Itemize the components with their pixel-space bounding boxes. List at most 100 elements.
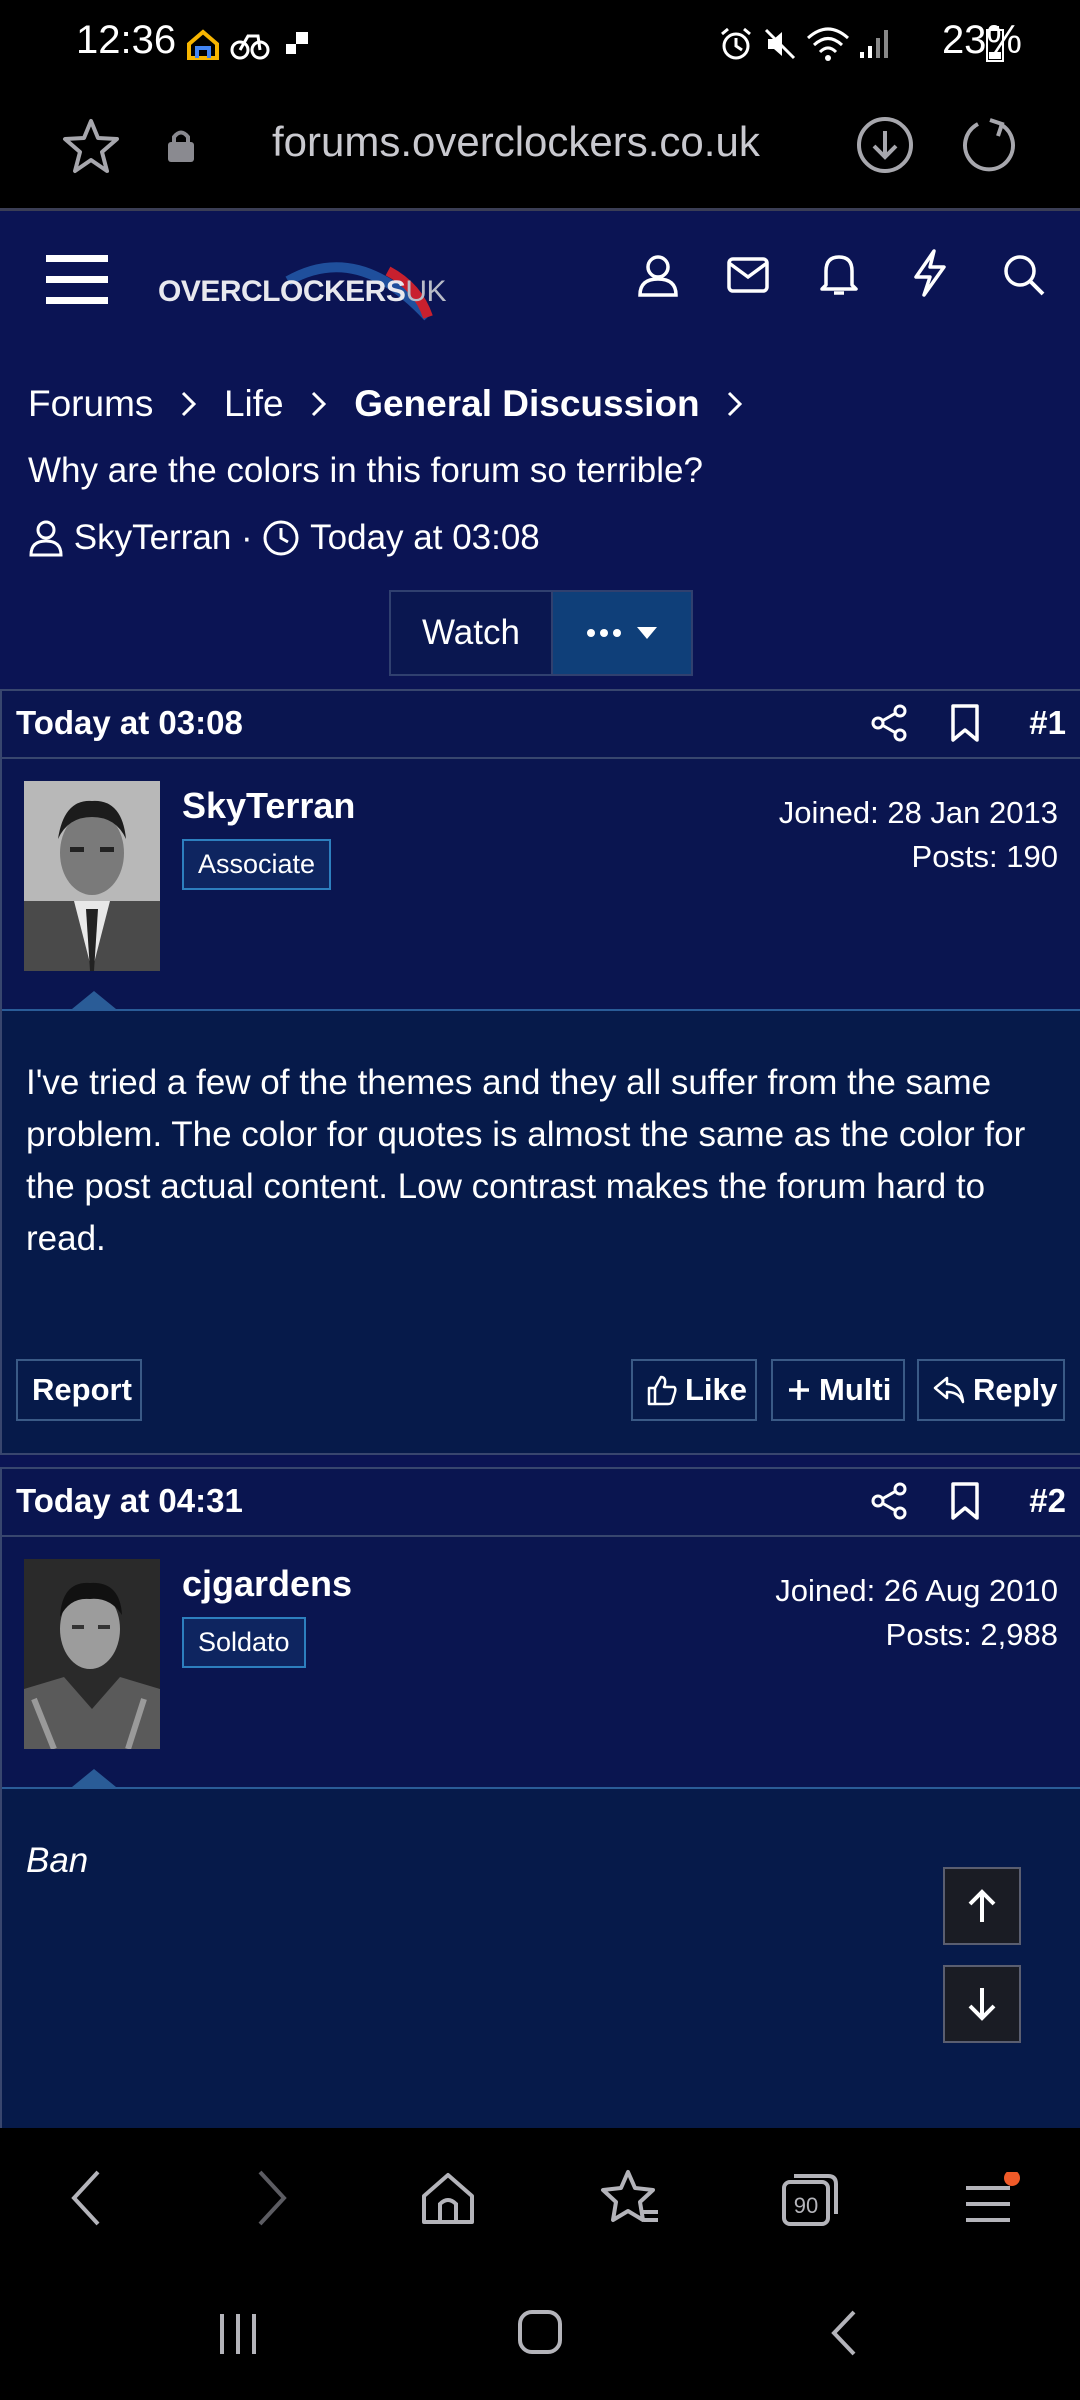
bookmarks-star-icon[interactable] <box>600 2168 660 2228</box>
multi-quote-button[interactable]: Multi <box>771 1359 905 1421</box>
message-pointer <box>72 991 116 1009</box>
share-icon[interactable] <box>870 1481 908 1521</box>
meta-separator: · <box>241 517 253 557</box>
scroll-to-top-button[interactable] <box>943 1867 1021 1945</box>
post-number[interactable]: #2 <box>1029 1482 1066 1520</box>
breadcrumb-forums[interactable]: Forums <box>28 383 153 424</box>
browser-bottom-nav: 90 <box>0 2128 1080 2268</box>
reload-icon[interactable] <box>960 116 1018 174</box>
browser-toolbar: forums.overclockers.co.uk <box>0 88 1080 211</box>
tabs-icon[interactable]: 90 <box>780 2168 840 2228</box>
thread-actions: Watch <box>389 590 693 676</box>
system-back-icon[interactable] <box>826 2308 862 2358</box>
post-content: I've tried a few of the themes and they … <box>26 1063 1026 1258</box>
download-icon[interactable] <box>856 116 914 174</box>
signal-icon <box>858 28 892 60</box>
thread-author[interactable]: SkyTerran <box>74 518 232 557</box>
url-bar[interactable]: forums.overclockers.co.uk <box>272 118 760 166</box>
post-user-info: SkyTerran Associate Joined: 28 Jan 2013 … <box>2 759 1080 1011</box>
whats-new-bolt-icon[interactable] <box>910 249 950 297</box>
breadcrumb-life[interactable]: Life <box>224 383 284 424</box>
search-icon[interactable] <box>1002 253 1046 297</box>
username[interactable]: SkyTerran <box>182 785 355 827</box>
reply-label: Reply <box>973 1372 1058 1407</box>
post-body: Ban <box>2 1789 1080 2128</box>
share-icon[interactable] <box>870 703 908 743</box>
thread-title: Why are the colors in this forum so terr… <box>28 451 703 490</box>
site-logo[interactable]: OVERCLOCKERSUK <box>158 251 447 321</box>
thumbs-up-icon <box>647 1374 677 1406</box>
scroll-to-bottom-button[interactable] <box>943 1965 1021 2043</box>
avatar[interactable] <box>24 1559 160 1749</box>
forum-page: OVERCLOCKERSUK Forums Life General Discu… <box>0 211 1080 2128</box>
post-header: Today at 04:31 #2 <box>2 1469 1080 1537</box>
like-button[interactable]: Like <box>631 1359 757 1421</box>
notifications-bell-icon[interactable] <box>818 251 860 297</box>
chevron-right-icon <box>180 390 198 418</box>
status-time: 12:36 <box>76 18 177 62</box>
system-nav-bar <box>0 2268 1080 2400</box>
arrow-up-icon <box>962 1886 1002 1926</box>
arrow-down-icon <box>962 1984 1002 2024</box>
chevron-right-icon <box>726 390 744 418</box>
plus-icon <box>787 1378 811 1402</box>
watch-button[interactable]: Watch <box>391 592 553 674</box>
username[interactable]: cjgardens <box>182 1563 352 1605</box>
like-label: Like <box>685 1372 748 1407</box>
reply-icon <box>933 1376 965 1404</box>
bookmark-star-icon[interactable] <box>60 116 122 176</box>
joined-date: Joined: 26 Aug 2010 <box>775 1573 1058 1608</box>
battery-icon <box>986 26 1004 62</box>
user-rank-badge: Associate <box>182 839 332 890</box>
caret-down-icon <box>636 626 658 640</box>
post-date[interactable]: Today at 04:31 <box>16 1482 243 1520</box>
ellipsis-icon <box>586 628 622 638</box>
post-1: Today at 03:08 #1 SkyTerran Associate Jo… <box>0 689 1080 1455</box>
hamburger-menu-icon[interactable] <box>46 253 108 307</box>
notification-icon <box>284 30 312 58</box>
message-pointer <box>72 1769 116 1787</box>
user-icon <box>28 519 64 557</box>
alarm-icon <box>718 26 754 62</box>
forward-icon[interactable] <box>252 2168 292 2228</box>
bookmark-icon[interactable] <box>950 703 980 743</box>
user-rank-badge: Soldato <box>182 1617 306 1668</box>
clock-icon <box>262 519 300 557</box>
home-app-icon <box>186 28 220 60</box>
post-number[interactable]: #1 <box>1029 704 1066 742</box>
post-date[interactable]: Today at 03:08 <box>16 704 243 742</box>
user-stats: Joined: 26 Aug 2010 Posts: 2,988 <box>775 1569 1058 1657</box>
menu-icon[interactable] <box>960 2172 1020 2228</box>
back-icon[interactable] <box>66 2168 106 2228</box>
bookmark-icon[interactable] <box>950 1481 980 1521</box>
home-button-icon[interactable] <box>516 2308 564 2356</box>
breadcrumb-general-discussion[interactable]: General Discussion <box>354 383 699 424</box>
lock-icon <box>166 128 196 164</box>
report-button[interactable]: Report <box>16 1359 142 1421</box>
tab-count: 90 <box>794 2193 818 2218</box>
battery-percent: 23% <box>941 18 1022 62</box>
status-bar: 12:36 23% <box>0 0 1080 88</box>
post-content: Ban <box>26 1841 89 1880</box>
avatar[interactable] <box>24 781 160 971</box>
reply-button[interactable]: Reply <box>917 1359 1065 1421</box>
mute-icon <box>762 26 798 62</box>
joined-date: Joined: 28 Jan 2013 <box>778 795 1058 830</box>
post-header: Today at 03:08 #1 <box>2 691 1080 759</box>
post-body: I've tried a few of the themes and they … <box>2 1011 1080 1453</box>
account-icon[interactable] <box>636 253 680 297</box>
post-count: Posts: 190 <box>911 839 1058 874</box>
thread-date[interactable]: Today at 03:08 <box>310 518 540 557</box>
multi-label: Multi <box>819 1372 892 1407</box>
logo-suffix-text: UK <box>405 275 447 308</box>
recent-apps-icon[interactable] <box>216 2312 260 2356</box>
home-icon[interactable] <box>420 2170 476 2226</box>
cycle-app-icon <box>230 28 272 60</box>
more-options-button[interactable] <box>553 592 691 674</box>
post-count: Posts: 2,988 <box>885 1617 1058 1652</box>
breadcrumb: Forums Life General Discussion <box>28 381 760 425</box>
chevron-right-icon <box>310 390 328 418</box>
logo-main-text: OVERCLOCKERS <box>158 275 406 308</box>
post-2: Today at 04:31 #2 cjgardens Soldato Join… <box>0 1467 1080 2128</box>
inbox-icon[interactable] <box>726 255 770 295</box>
